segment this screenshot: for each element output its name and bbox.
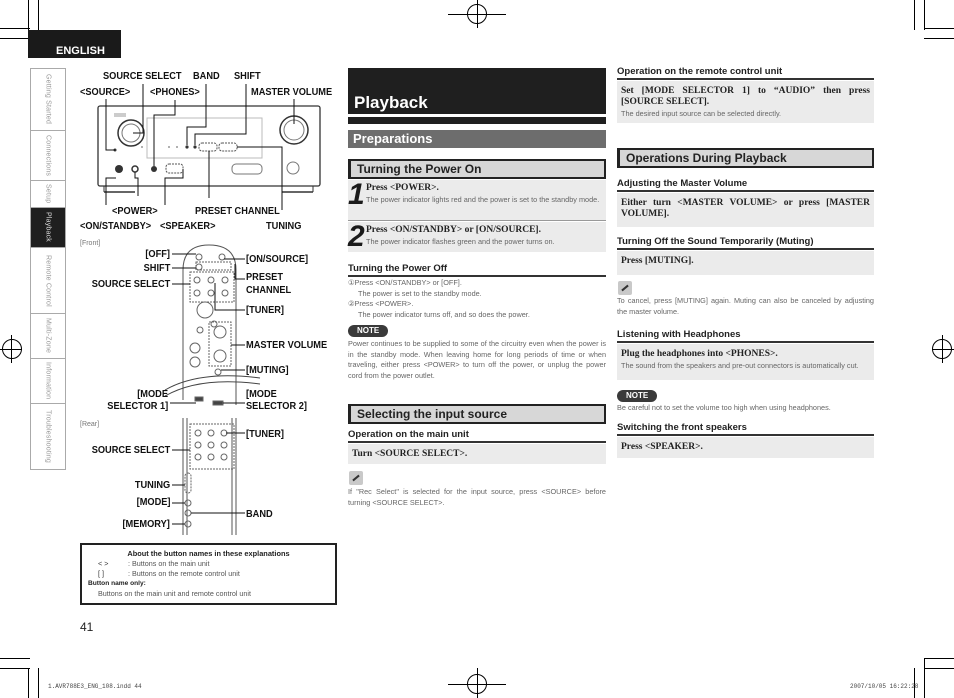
label-muting: [MUTING]	[246, 364, 289, 376]
crop-mark	[0, 668, 30, 669]
crop-mark	[924, 28, 954, 29]
heading-headphones: Listening with Headphones	[617, 329, 874, 343]
page-number: 41	[80, 620, 94, 634]
tip-rec-select: If "Rec Select" is selected for the inpu…	[348, 487, 606, 507]
label-band-remote: BAND	[246, 508, 273, 520]
tip-pencil-icon	[618, 281, 632, 295]
note-power-standby: Power continues to be supplied to some o…	[348, 339, 606, 380]
heading-front-speakers: Switching the front speakers	[617, 422, 874, 436]
heading-turning-power-on: Turning the Power On	[348, 159, 606, 179]
label-on-source: [ON/SOURCE]	[246, 253, 309, 265]
label-source-select-remote: SOURCE SELECT	[91, 278, 170, 290]
heading-operation-remote: Operation on the remote control unit	[617, 66, 874, 80]
crop-mark	[914, 0, 915, 30]
label-mode-selector1-line1: [MODE	[137, 388, 168, 400]
label-tuning-remote: TUNING	[134, 479, 170, 491]
label-preset: PRESET	[246, 271, 283, 283]
note-headphones-volume: Be careful not to set the volume too hig…	[617, 403, 831, 412]
step-title: Press <ON/STANDBY> or [ON/SOURCE].	[366, 225, 541, 235]
label-master-volume-remote: MASTER VOLUME	[246, 339, 328, 351]
label-shift-remote: SHIFT	[143, 262, 170, 274]
label-off: [OFF]	[145, 248, 170, 260]
label-tuner-rear: [TUNER]	[246, 428, 284, 440]
registration-mark	[467, 674, 487, 694]
step-1: 1 Press <POWER>. The power indicator lig…	[348, 178, 606, 220]
step-2: 2 Press <ON/STANDBY> or [ON/SOURCE]. The…	[348, 220, 606, 253]
label-mode-selector1-line2: SELECTOR 1]	[107, 400, 168, 412]
legend-name-only-desc: Buttons on the main unit and remote cont…	[98, 589, 252, 598]
instruction-box: Plug the headphones into <PHONES>. The s…	[617, 344, 874, 380]
registration-mark	[932, 339, 952, 359]
step-desc: The power indicator lights red and the p…	[366, 195, 600, 204]
tip-pencil-icon	[349, 471, 363, 485]
crop-mark	[924, 658, 925, 698]
heading-muting: Turning Off the Sound Temporarily (Mutin…	[617, 236, 874, 250]
instruction-box: Set [MODE SELECTOR 1] to “AUDIO” then pr…	[617, 81, 874, 123]
title-rule	[348, 117, 606, 124]
step-number: 1	[348, 178, 365, 211]
legend-row: [ ]: Buttons on the remote control unit	[98, 569, 240, 578]
label-channel: CHANNEL	[246, 284, 292, 296]
page-title: Playback	[348, 68, 606, 114]
label-memory: [MEMORY]	[122, 518, 170, 530]
heading-turning-power-off: Turning the Power Off	[348, 263, 606, 277]
heading-operation-main-unit: Operation on the main unit	[348, 429, 606, 443]
legend-name-only-label: Button name only:	[88, 580, 146, 587]
crop-mark	[28, 668, 29, 698]
note-badge: NOTE	[348, 325, 389, 337]
crop-mark	[38, 668, 39, 698]
legend-row: < >: Buttons on the main unit	[98, 559, 210, 568]
footer-filename: 1.AVR788E3_ENG_108.indd 44	[48, 683, 142, 690]
instruction-box: Turn <SOURCE SELECT>.	[348, 444, 606, 464]
instruction-box: Press <SPEAKER>.	[617, 437, 874, 458]
button-naming-legend: About the button names in these explanat…	[80, 543, 337, 605]
label-source-select-rear: SOURCE SELECT	[91, 444, 170, 456]
heading-operations-during-playback: Operations During Playback	[617, 148, 874, 168]
crop-mark	[924, 38, 954, 39]
registration-mark	[467, 4, 487, 24]
crop-mark	[0, 658, 30, 659]
power-off-steps: ①Press <ON/STANDBY> or [OFF]. The power …	[348, 278, 530, 319]
label-mode: [MODE]	[136, 496, 170, 508]
label-mode-selector2-line2: SELECTOR 2]	[246, 400, 307, 412]
instruction-box: Press [MUTING].	[617, 251, 874, 275]
crop-mark	[924, 658, 954, 659]
crop-mark	[924, 668, 954, 669]
footer-timestamp: 2007/10/05 16:22:28	[850, 683, 919, 690]
label-tuner: [TUNER]	[246, 304, 284, 316]
step-desc: The power indicator flashes green and th…	[366, 237, 555, 246]
heading-selecting-input-source: Selecting the input source	[348, 404, 606, 424]
crop-mark	[924, 0, 925, 30]
note-badge: NOTE	[617, 390, 658, 402]
tip-muting: To cancel, press [MUTING] again. Muting …	[617, 296, 874, 316]
step-number: 2	[348, 220, 365, 253]
legend-title: About the button names in these explanat…	[127, 549, 290, 558]
heading-adjust-master-volume: Adjusting the Master Volume	[617, 178, 874, 192]
instruction-box: Either turn <MASTER VOLUME> or press [MA…	[617, 193, 874, 227]
label-mode-selector2-line1: [MODE	[246, 388, 277, 400]
step-title: Press <POWER>.	[366, 183, 439, 193]
section-heading-preparations: Preparations	[348, 130, 606, 148]
